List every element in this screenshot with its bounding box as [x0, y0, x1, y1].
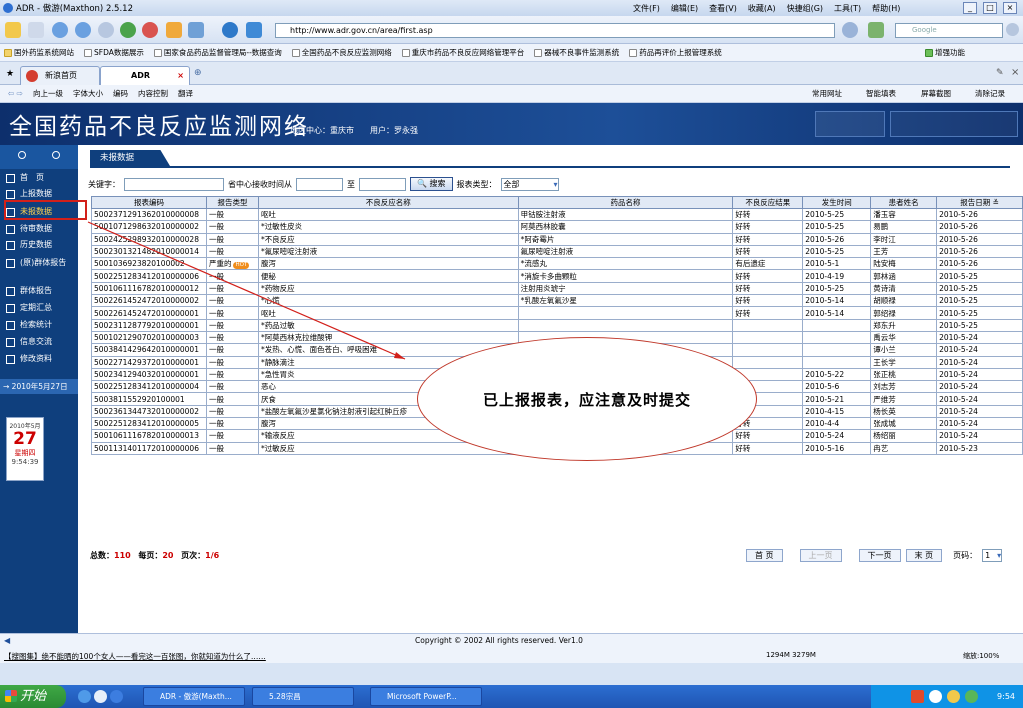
annotation-arrow: [87, 221, 406, 360]
quicklaunch-icon[interactable]: [94, 690, 107, 703]
task-powerpoint[interactable]: Microsoft PowerP...: [370, 687, 482, 706]
quicklaunch-icon[interactable]: [78, 690, 91, 703]
tray-icon[interactable]: [911, 690, 924, 703]
news-link[interactable]: 【搜图集】绝不能晒的100个女人——看完这一百张图，你就知道为什么了……: [4, 651, 266, 662]
taskbar-clock: 9:54: [997, 692, 1015, 701]
tray-icon[interactable]: [929, 690, 942, 703]
scroll-left-icon[interactable]: ◀: [4, 636, 10, 645]
system-tray: 9:54: [871, 685, 1023, 708]
taskbar: 开始 ADR - 傲游(Maxth... 5.28宗昌 Microsoft Po…: [0, 685, 1023, 708]
windows-logo-icon: [5, 690, 17, 702]
status-bar: ◀ Copyright © 2002 All rights reserved. …: [0, 633, 1023, 663]
task-adr[interactable]: ADR - 傲游(Maxth...: [143, 687, 245, 706]
start-label: 开始: [20, 689, 47, 704]
tray-icon[interactable]: [947, 690, 960, 703]
tray-icon[interactable]: [965, 690, 978, 703]
memory-usage: 1294M 3279M: [766, 651, 816, 659]
copyright-text: Copyright © 2002 All rights reserved. Ve…: [415, 636, 583, 645]
start-button[interactable]: 开始: [0, 685, 66, 708]
zoom-level[interactable]: 缩放:100%: [963, 651, 999, 661]
task-folder[interactable]: 5.28宗昌: [252, 687, 354, 706]
quicklaunch-icon[interactable]: [110, 690, 123, 703]
